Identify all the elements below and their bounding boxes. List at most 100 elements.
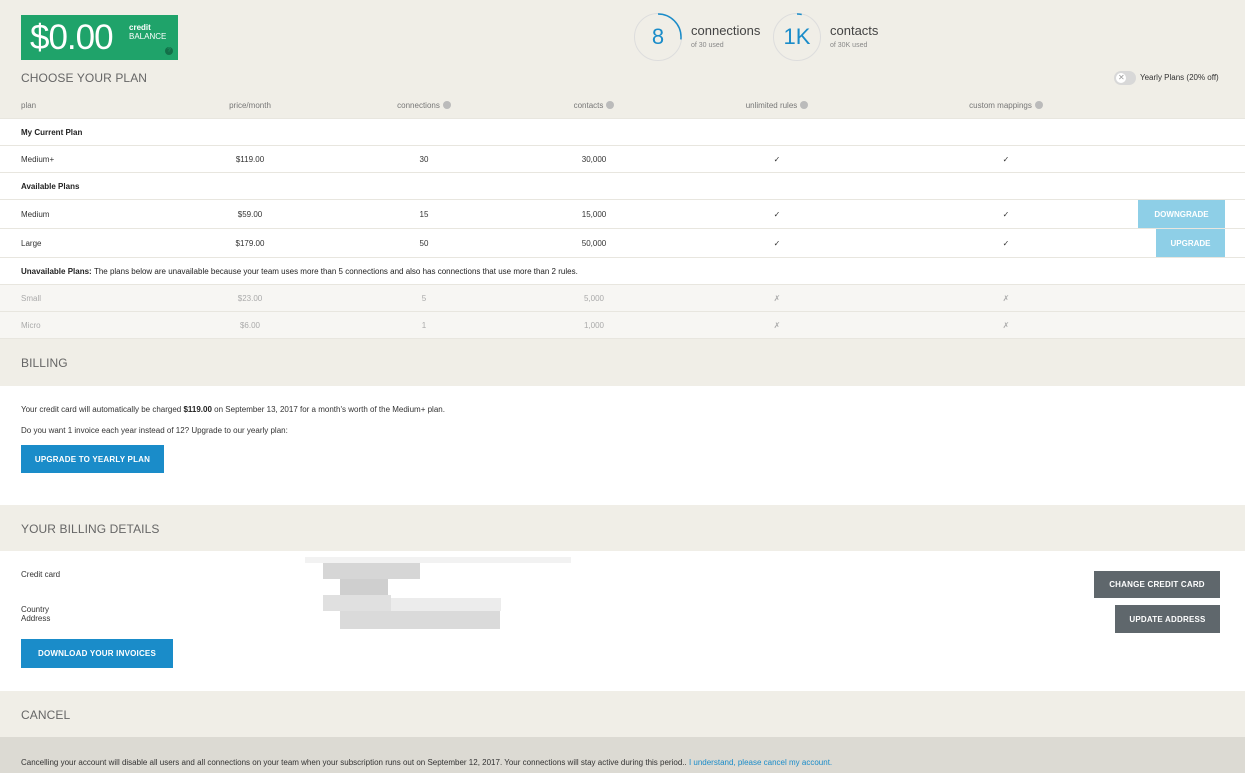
connections-count: 8	[651, 24, 665, 49]
address-label: Address	[21, 614, 51, 623]
table-row: Medium $59.00 15 15,000 ✓ ✓ DOWNGRADE	[0, 200, 1245, 229]
check-icon: ✓	[773, 238, 781, 248]
plan-name: Medium	[21, 209, 50, 219]
check-icon: ✓	[1002, 154, 1010, 164]
check-icon: ✓	[1002, 238, 1010, 248]
billing-section	[0, 386, 1245, 505]
check-icon: ✓	[1002, 209, 1010, 219]
current-plan-group: My Current Plan	[0, 119, 1245, 146]
help-icon[interactable]	[442, 101, 451, 109]
close-icon: ✕	[1118, 73, 1125, 82]
cross-icon: ✗	[1002, 320, 1010, 330]
cancel-header	[0, 691, 1245, 737]
header-contacts: contacts	[544, 92, 644, 118]
header-price: price/month	[229, 100, 271, 110]
upgrade-button[interactable]: UPGRADE	[1156, 229, 1225, 257]
cross-icon: ✗	[773, 293, 781, 303]
check-icon: ✓	[773, 209, 781, 219]
plan-contacts: 30,000	[581, 154, 607, 164]
table-row: Small $23.00 5 5,000 ✗ ✗	[0, 285, 1245, 312]
plans-header-row: plan price/month connections contacts un…	[0, 92, 1245, 119]
upgrade-yearly-button[interactable]: UPGRADE TO YEARLY PLAN	[21, 445, 164, 473]
plan-name: Small	[21, 293, 42, 303]
plan-connections: 30	[419, 154, 429, 164]
contacts-count: 1K	[783, 24, 811, 49]
plan-contacts: 15,000	[581, 209, 607, 219]
current-plan-group-label: My Current Plan	[21, 127, 83, 137]
billing-charge-text-a: Your credit card will automatically be c…	[21, 405, 184, 414]
plan-contacts: 5,000	[583, 293, 605, 303]
cancel-title: CANCEL	[21, 708, 71, 722]
help-icon[interactable]	[1034, 101, 1043, 109]
credit-label-top: credit	[129, 23, 151, 32]
credit-amount: $0.00	[30, 18, 114, 57]
yearly-plans-label: Yearly Plans (20% off)	[1140, 73, 1219, 82]
billing-charge-text: Your credit card will automatically be c…	[21, 405, 445, 414]
connections-label: connections	[691, 23, 761, 38]
connections-sub: of 30 used	[691, 42, 724, 49]
credit-label: credit BALANCE	[129, 23, 166, 41]
credit-card-label: Credit card	[21, 570, 61, 579]
plan-price: $59.00	[237, 209, 263, 219]
billing-title: BILLING	[21, 356, 68, 370]
update-address-button[interactable]: UPDATE ADDRESS	[1115, 605, 1220, 633]
contacts-label: contacts	[830, 23, 879, 38]
billing-details-header	[0, 505, 1245, 551]
unavailable-label: Unavailable Plans:	[21, 266, 92, 276]
billing-details-title: YOUR BILLING DETAILS	[21, 522, 160, 536]
yearly-plans-toggle[interactable]: ✕	[1114, 71, 1136, 85]
plan-name: Micro	[21, 320, 41, 330]
available-plans-group: Available Plans	[0, 173, 1245, 200]
header-mappings: custom mappings	[956, 92, 1056, 118]
help-icon[interactable]	[800, 101, 809, 109]
plan-connections: 1	[421, 320, 427, 330]
billing-details-section	[0, 551, 1245, 691]
unavailable-plans-note: Unavailable Plans: The plans below are u…	[0, 258, 1245, 285]
plan-contacts: 1,000	[583, 320, 605, 330]
cancel-account-link[interactable]: I understand, please cancel my account.	[689, 758, 832, 767]
plan-connections: 15	[419, 209, 429, 219]
header-contacts-label: contacts	[573, 100, 604, 110]
unavailable-reason: The plans below are unavailable because …	[93, 266, 578, 276]
plan-price: $179.00	[235, 238, 265, 248]
cross-icon: ✗	[773, 320, 781, 330]
header-plan: plan	[21, 100, 37, 110]
table-row: Medium+ $119.00 30 30,000 ✓ ✓	[0, 146, 1245, 173]
help-icon[interactable]: ?	[165, 47, 173, 55]
header-rules: unlimited rules	[727, 92, 827, 118]
header-rules-label: unlimited rules	[745, 100, 798, 110]
cancel-section	[0, 737, 1245, 773]
downgrade-button[interactable]: DOWNGRADE	[1138, 200, 1225, 228]
billing-charge-amount: $119.00	[183, 405, 212, 414]
plan-price: $119.00	[235, 154, 265, 164]
plan-name: Medium+	[21, 154, 55, 164]
billing-yearly-text: Do you want 1 invoice each year instead …	[21, 426, 288, 435]
table-row: Large $179.00 50 50,000 ✓ ✓ UPGRADE	[0, 229, 1245, 258]
plan-contacts: 50,000	[581, 238, 607, 248]
check-icon: ✓	[773, 154, 781, 164]
help-icon[interactable]	[606, 101, 615, 109]
choose-plan-title: CHOOSE YOUR PLAN	[21, 71, 148, 85]
credit-label-bottom: BALANCE	[129, 32, 167, 41]
billing-header	[0, 339, 1245, 386]
plans-table: plan price/month connections contacts un…	[0, 92, 1245, 339]
plan-price: $23.00	[237, 293, 263, 303]
plan-connections: 5	[421, 293, 427, 303]
available-plans-group-label: Available Plans	[21, 181, 80, 191]
plan-price: $6.00	[239, 320, 261, 330]
table-row: Micro $6.00 1 1,000 ✗ ✗	[0, 312, 1245, 339]
cross-icon: ✗	[1002, 293, 1010, 303]
header-mappings-label: custom mappings	[969, 100, 1032, 110]
cancel-text: Cancelling your account will disable all…	[21, 758, 832, 767]
change-credit-card-button[interactable]: CHANGE CREDIT CARD	[1094, 571, 1220, 598]
header-connections-label: connections	[397, 100, 440, 110]
plan-name: Large	[21, 238, 42, 248]
credit-balance-box: $0.00 credit BALANCE ?	[21, 15, 178, 60]
billing-charge-text-b: on September 13, 2017 for a month's wort…	[211, 405, 445, 414]
download-invoices-button[interactable]: DOWNLOAD YOUR INVOICES	[21, 639, 173, 668]
header-connections: connections	[374, 92, 474, 118]
contacts-sub: of 30K used	[830, 42, 868, 49]
unavailable-note-text: Unavailable Plans: The plans below are u…	[21, 258, 578, 284]
country-label: Country	[21, 605, 50, 614]
cancel-warning: Cancelling your account will disable all…	[21, 758, 689, 767]
